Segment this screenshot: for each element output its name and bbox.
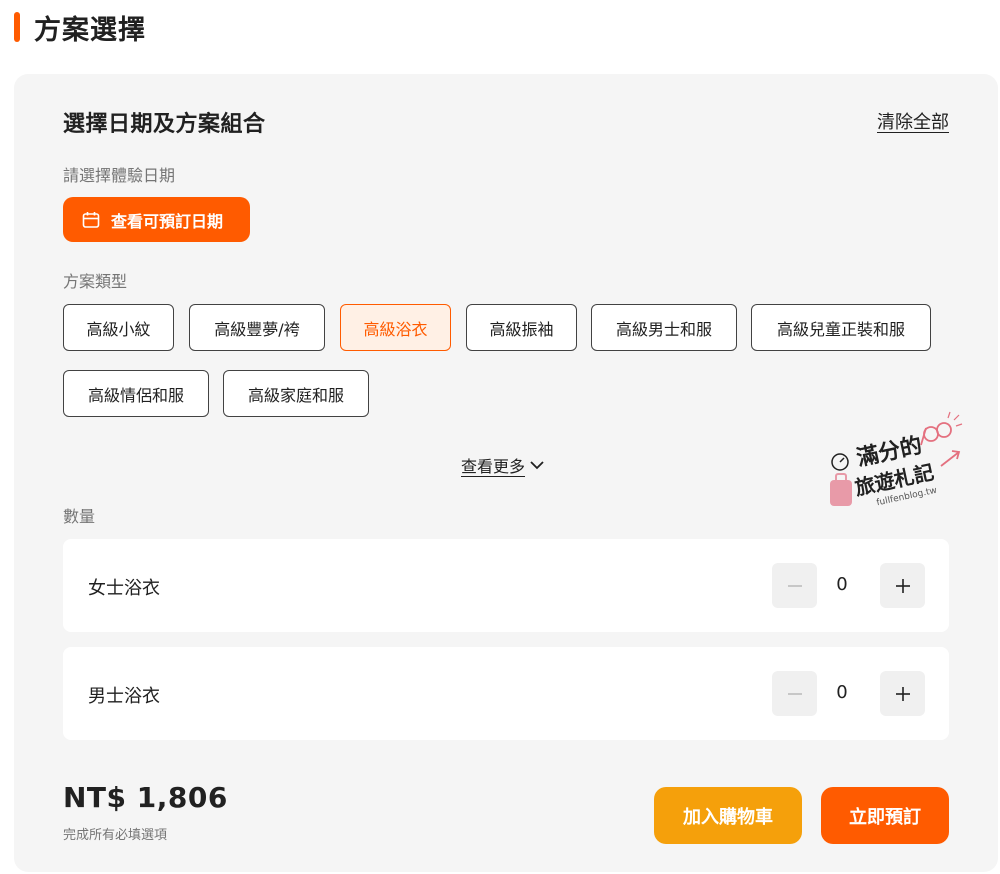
plan-chip-family-kimono[interactable]: 高級家庭和服 <box>223 370 369 417</box>
quantity-row-label: 女士浴衣 <box>88 578 160 599</box>
section-header: 方案選擇 <box>14 10 146 46</box>
date-label: 請選擇體驗日期 <box>63 166 176 185</box>
increase-quantity-button[interactable] <box>880 671 925 716</box>
quantity-label: 數量 <box>63 507 96 526</box>
calendar-icon <box>82 211 100 228</box>
plan-chip-kimono-komon[interactable]: 高級小紋 <box>63 304 174 351</box>
plan-chip-kids-kimono[interactable]: 高級兒童正裝和服 <box>751 304 931 351</box>
minus-icon <box>787 584 802 587</box>
add-to-cart-button[interactable]: 加入購物車 <box>654 787 802 844</box>
price-note: 完成所有必填選項 <box>63 828 168 843</box>
plan-chip-yukata[interactable]: 高級浴衣 <box>340 304 451 351</box>
panel-title: 選擇日期及方案組合 <box>63 112 266 137</box>
see-more-label: 查看更多 <box>461 457 526 476</box>
increase-quantity-button[interactable] <box>880 563 925 608</box>
quantity-value: 0 <box>836 574 848 595</box>
minus-icon <box>787 692 802 695</box>
quantity-value: 0 <box>836 682 848 703</box>
view-available-dates-label: 查看可預訂日期 <box>111 211 224 231</box>
blog-watermark: 滿分的 旅遊札記 fullfenblog.tw <box>826 410 966 515</box>
quantity-row-men-yukata: 男士浴衣 0 <box>63 647 949 740</box>
plus-icon <box>895 686 910 701</box>
chevron-down-icon <box>530 461 544 470</box>
section-accent-bar <box>14 12 20 42</box>
section-title: 方案選擇 <box>34 14 146 46</box>
plan-chip-mens-kimono[interactable]: 高級男士和服 <box>591 304 737 351</box>
plan-chip-furisode-hakama[interactable]: 高級豐夢/袴 <box>189 304 325 351</box>
book-now-button[interactable]: 立即預訂 <box>821 787 949 844</box>
plan-chip-couple-kimono[interactable]: 高級情侶和服 <box>63 370 209 417</box>
decrease-quantity-button[interactable] <box>772 563 817 608</box>
plus-icon <box>895 578 910 593</box>
plan-type-label: 方案類型 <box>63 272 128 291</box>
view-available-dates-button[interactable]: 查看可預訂日期 <box>63 197 250 242</box>
quantity-row-women-yukata: 女士浴衣 0 <box>63 539 949 632</box>
total-price: NT$ 1,806 <box>63 781 228 814</box>
see-more-button[interactable]: 查看更多 <box>461 453 545 477</box>
plan-chip-furisode[interactable]: 高級振袖 <box>466 304 577 351</box>
clear-all-link[interactable]: 清除全部 <box>877 108 949 134</box>
quantity-row-label: 男士浴衣 <box>88 686 160 707</box>
decrease-quantity-button[interactable] <box>772 671 817 716</box>
